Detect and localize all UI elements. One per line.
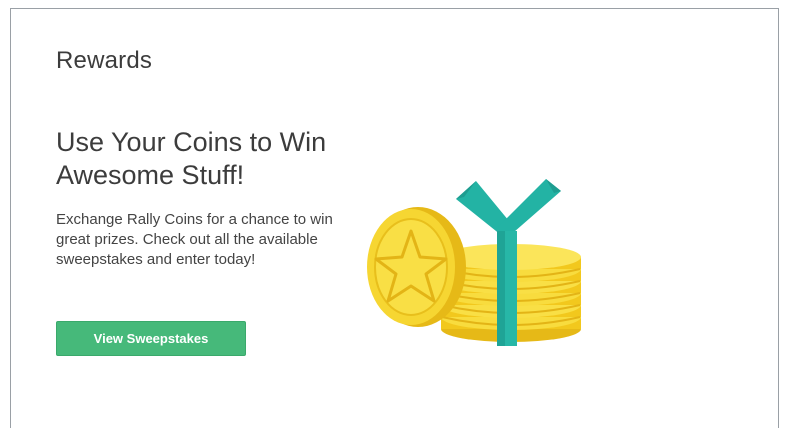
hero-headline: Use Your Coins to Win Awesome Stuff! [56, 127, 327, 190]
hero-description: Exchange Rally Coins for a chance to win… [56, 211, 333, 268]
rewards-card: Rewards Use Your Coins to Win Awesome St… [10, 8, 779, 428]
section-title: Rewards [56, 47, 153, 74]
coin-stack-gift-icon [367, 179, 581, 346]
view-sweepstakes-button[interactable]: View Sweepstakes [56, 321, 246, 356]
star-coin [367, 207, 466, 327]
